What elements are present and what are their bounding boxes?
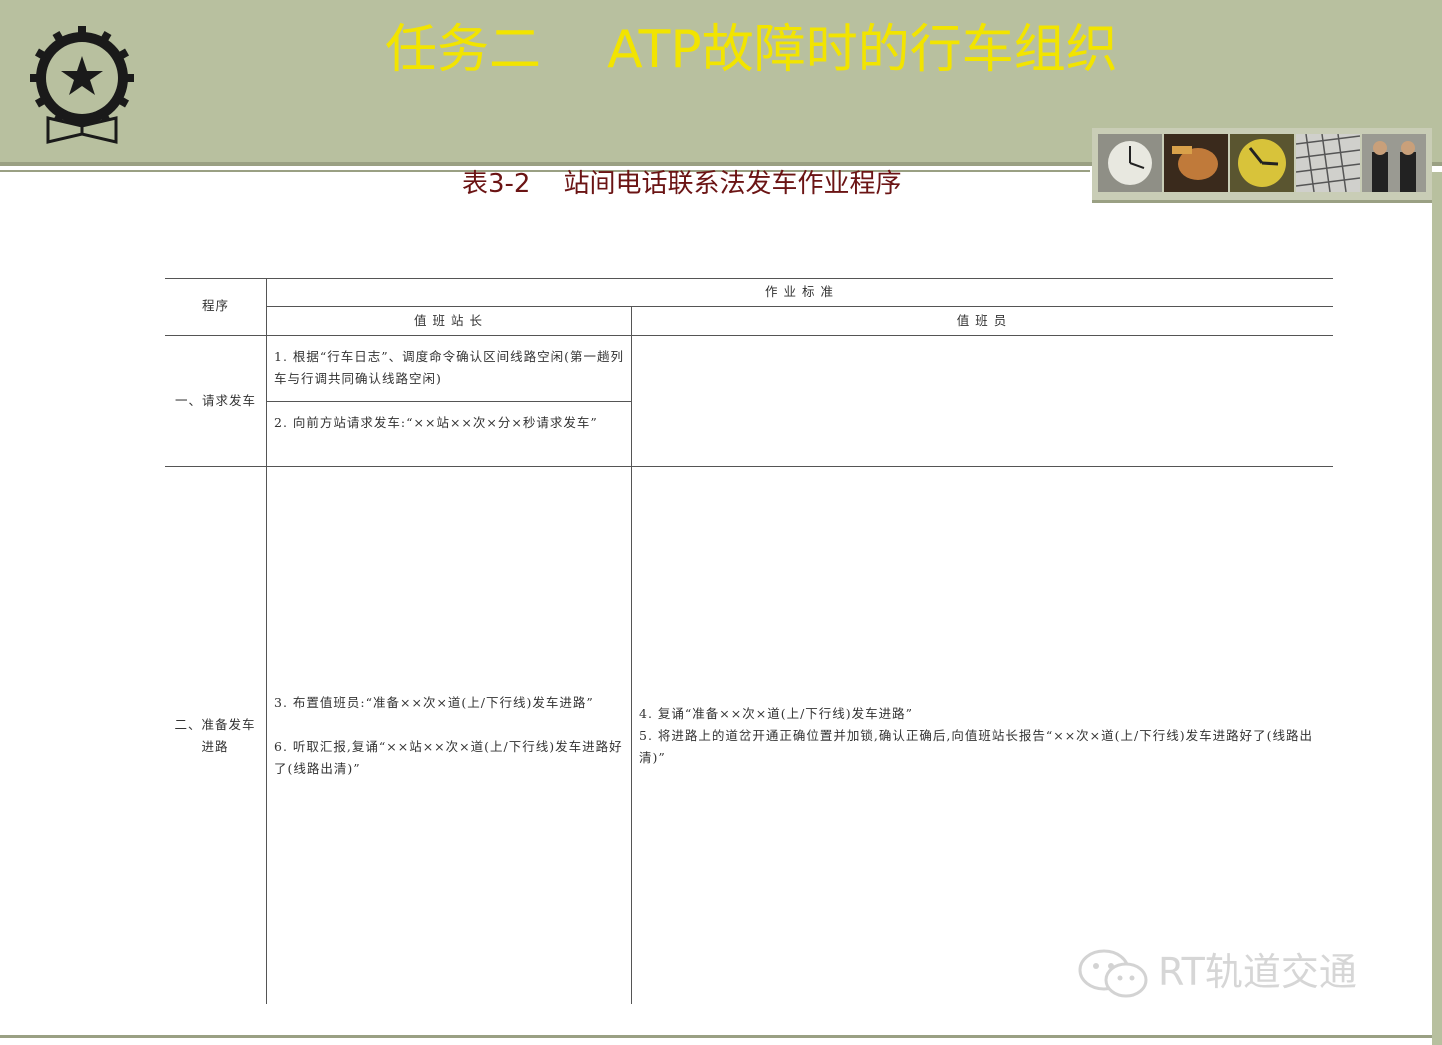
photo-strip	[1092, 128, 1432, 203]
bottom-divider	[0, 1035, 1432, 1038]
watermark-text: RT轨道交通	[1158, 950, 1357, 994]
row2-duty-item-2: 5. 将进路上的道岔开通正确位置并加锁,确认正确后,向值班站长报告“××次×道(…	[639, 728, 1314, 765]
table-top-border	[165, 278, 1333, 279]
row1-inner-divider	[266, 401, 631, 402]
row2-duty-item-1: 4. 复诵“准备××次×道(上/下行线)发车进路”	[639, 706, 914, 721]
table-caption: 表3-2 站间电话联系法发车作业程序	[462, 169, 902, 199]
page-title: 任务二 ATP故障时的行车组织	[385, 20, 1118, 80]
emblem-logo-icon	[30, 26, 134, 144]
col-divider-1	[266, 278, 267, 1004]
clock-photo-icon	[1098, 134, 1162, 192]
row2-master-item-2: 6. 听取汇报,复诵“××站××次×道(上/下行线)发车进路好了(线路出清)”	[274, 739, 623, 776]
header-standard: 作 业 标 准	[765, 284, 834, 299]
col-divider-2	[631, 306, 632, 1004]
row1-master-item-1: 1. 根据“行车日志”、调度命令确认区间线路空闲(第一趟列车与行调共同确认线路空…	[274, 349, 625, 386]
right-border	[1432, 172, 1442, 1045]
table-header-bottom	[165, 335, 1333, 336]
header-procedure: 程序	[201, 298, 229, 313]
header-duty-officer: 值 班 员	[956, 313, 1008, 328]
clock-yellow-photo-icon	[1230, 134, 1294, 192]
watermark: RT轨道交通	[1070, 944, 1410, 1004]
row1-master-item-2: 2. 向前方站请求发车:“××站××次×分×秒请求发车”	[274, 415, 598, 430]
row1-procedure: 一、请求发车	[174, 393, 256, 408]
people-photo-icon	[1362, 134, 1426, 192]
wechat-icon	[1078, 949, 1148, 998]
grid-photo-icon	[1296, 134, 1360, 192]
row1-bottom	[165, 466, 1333, 467]
person-photo-icon	[1164, 134, 1228, 192]
header-station-master: 值 班 站 长	[414, 313, 483, 328]
row2-procedure: 二、准备发车进路	[174, 717, 256, 754]
table-header-divider	[266, 306, 1333, 307]
row2-master-item-1: 3. 布置值班员:“准备××次×道(上/下行线)发车进路”	[274, 695, 594, 710]
